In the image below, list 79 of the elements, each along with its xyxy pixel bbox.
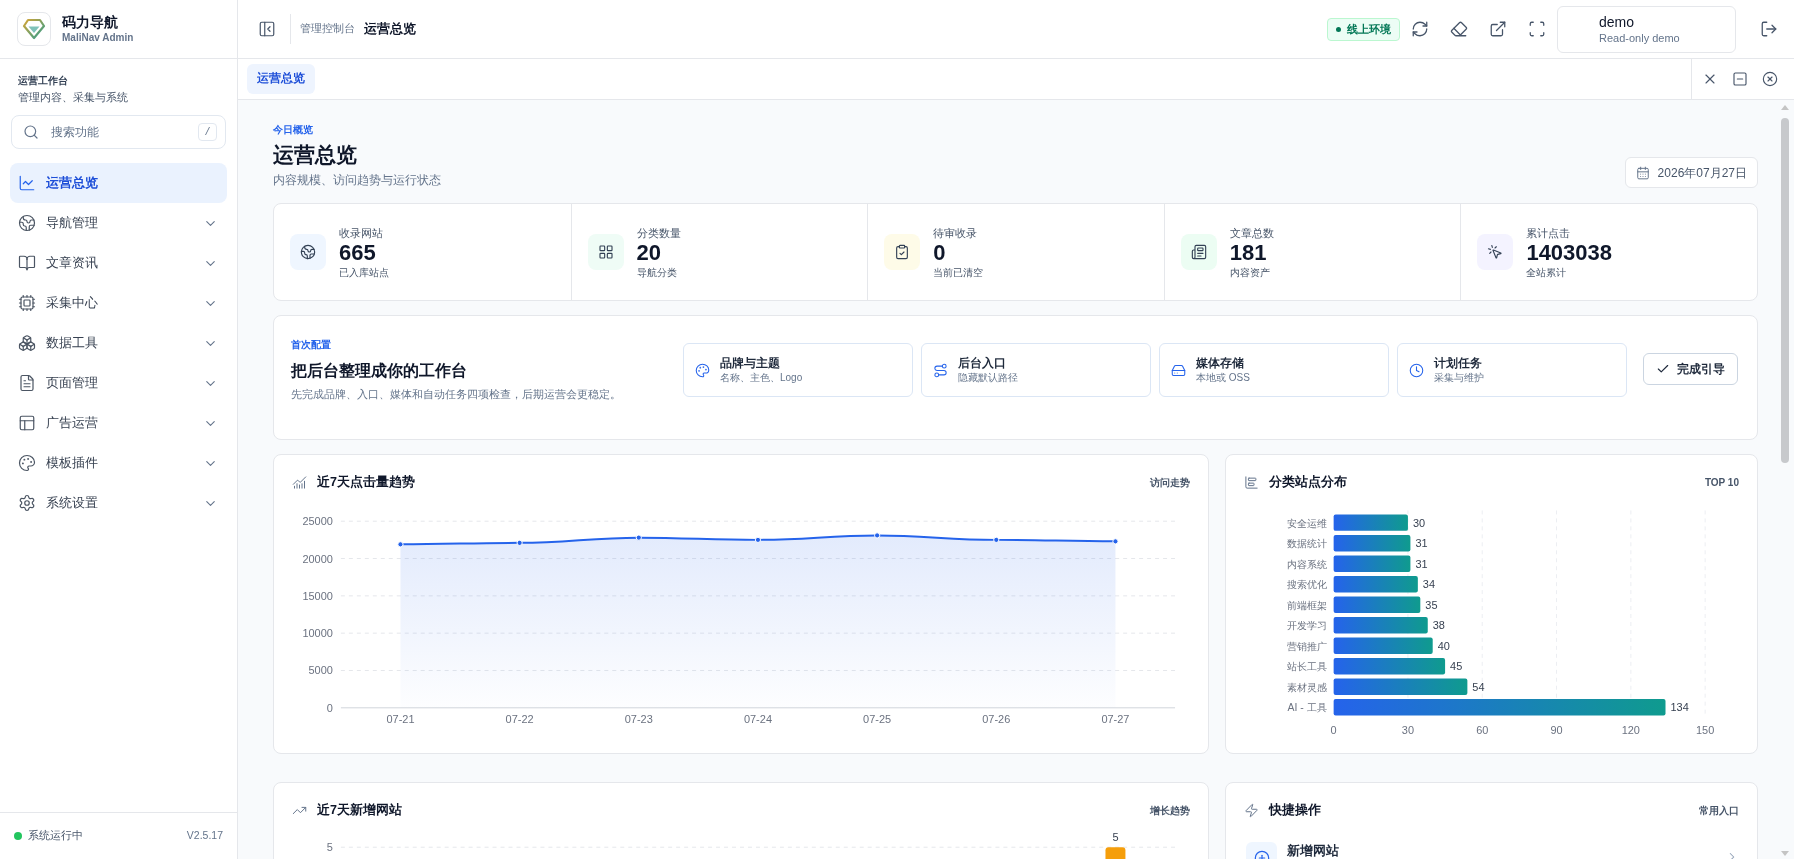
axis-label: 15000 [302,589,333,602]
axis-label: 20000 [302,552,333,565]
category-label: 前端框架 [1286,599,1327,611]
setup-description: 先完成品牌、入口、媒体和自动任务四项检查，后期运营会更稳定。 [291,387,622,402]
category-label: 安全运维 [1286,517,1327,529]
category-label: 站长工具 [1286,661,1327,673]
setup-title: 把后台整理成你的工作台 [291,361,468,381]
version-label: V2.5.17 [186,828,223,844]
value-label: 31 [1415,557,1428,570]
axis-label: 07-25 [863,712,892,725]
brand-name: 码力导航 [62,13,119,31]
eyebrow-label: 首次配置 [291,338,332,352]
axis-label: 07-26 [982,712,1011,725]
axis-label: 07-21 [386,712,415,725]
stat-caption: 内容资产 [1229,265,1271,279]
shortcut-key: / [198,123,217,141]
card-tag: 常用入口 [1699,802,1739,818]
axis-label: 5 [326,841,333,854]
axis-label: 07-22 [505,712,534,725]
value-label: 134 [1670,701,1689,714]
category-label: 营销推广 [1286,640,1327,652]
stat-caption: 导航分类 [636,265,678,279]
axis-label: 25000 [302,515,333,528]
axis-label: 90 [1550,723,1563,736]
stat-value: 0 [933,239,947,266]
stat-caption: 全站累计 [1526,265,1568,279]
value-label: 34 [1422,578,1435,591]
stat-label: 待审收录 [933,225,979,240]
axis-label: 07-27 [1101,712,1130,725]
eyebrow-label: 今日概览 [273,123,314,137]
card-title: 分类站点分布 [1269,473,1348,491]
page-title: 运营总览 [273,142,358,168]
workspace-caption: 管理内容、采集与系统 [18,90,129,104]
value-label: 54 [1472,680,1485,693]
brand-subtitle: MaliNav Admin [62,31,134,45]
environment-label: 线上环境 [1347,21,1391,37]
card-tag: TOP 10 [1704,474,1739,490]
value-label: 45 [1450,660,1463,673]
axis-label: 30 [1401,723,1414,736]
card-title: 快捷操作 [1269,801,1322,819]
value-label: 5 [1112,831,1119,844]
axis-label: 0 [1330,723,1337,736]
category-label: AI - 工具 [1287,702,1327,714]
category-label: 素材灵感 [1286,681,1327,693]
axis-label: 0 [326,701,333,714]
stat-label: 文章总数 [1229,225,1274,240]
value-label: 30 [1412,516,1426,529]
card-tag: 访问走势 [1150,474,1190,490]
stat-value: 665 [339,239,377,266]
stat-label: 累计点击 [1526,225,1572,240]
stat-value: 20 [636,239,663,266]
category-label: 开发学习 [1286,620,1327,632]
category-label: 内容系统 [1286,558,1327,570]
card-title: 近7天点击量趋势 [317,473,416,491]
value-label: 31 [1415,537,1428,550]
card-title: 近7天新增网站 [317,801,403,819]
axis-label: 150 [1696,723,1715,736]
value-label: 35 [1425,598,1438,611]
stat-label: 收录网站 [339,225,384,240]
workspace-title: 运营工作台 [18,74,69,88]
breadcrumb-current: 运营总览 [364,20,416,38]
stat-caption: 当前已清空 [933,265,984,279]
stat-label: 分类数量 [636,225,681,240]
value-label: 40 [1437,639,1450,652]
axis-label: 5000 [308,664,333,677]
axis-label: 10000 [302,627,333,640]
card-tag: 增长趋势 [1150,802,1190,818]
value-label: 38 [1432,619,1445,632]
stat-caption: 已入库站点 [339,265,389,279]
axis-label: 60 [1476,723,1489,736]
axis-label: 07-23 [624,712,653,725]
stat-value: 1403038 [1526,239,1613,266]
category-label: 搜索优化 [1286,579,1327,591]
category-label: 数据统计 [1286,538,1327,550]
axis-label: 120 [1621,723,1640,736]
page-subtitle: 内容规模、访问趋势与运行状态 [273,173,442,188]
system-status: 系统运行中 [28,828,84,844]
stat-value: 181 [1229,239,1268,266]
axis-label: 07-24 [743,712,772,725]
